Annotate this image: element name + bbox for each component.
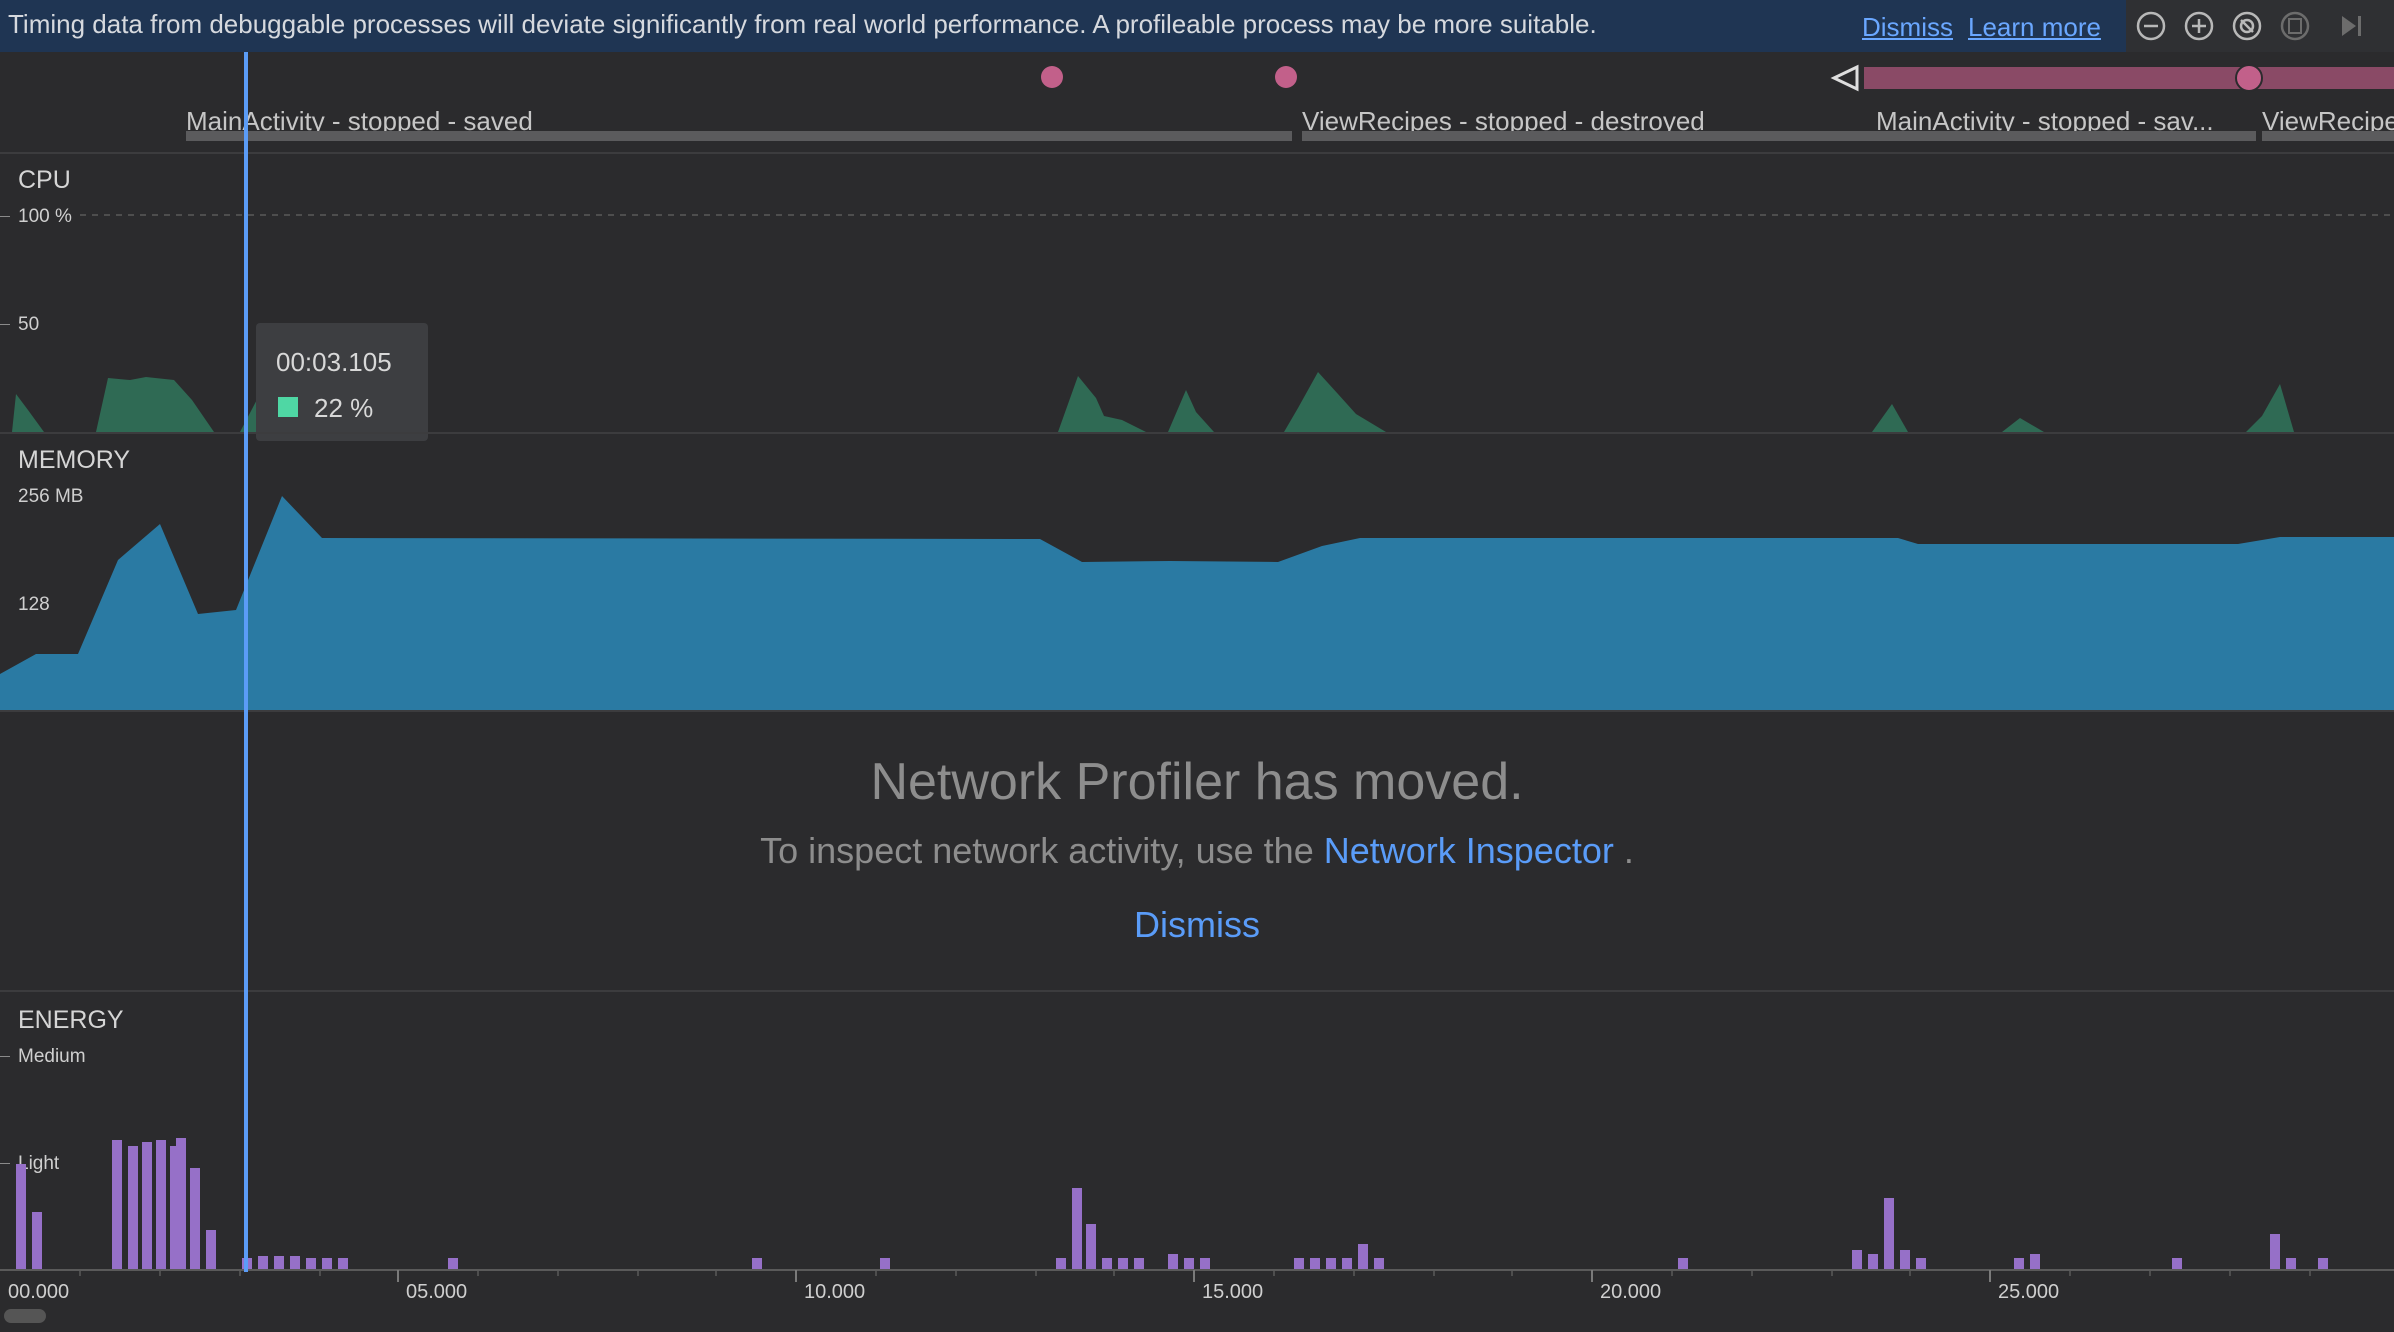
- pause-icon[interactable]: [2276, 7, 2314, 45]
- profiler-toolbar: [2126, 0, 2394, 52]
- time-label: 05.000: [406, 1281, 468, 1303]
- time-label: 10.000: [804, 1281, 866, 1303]
- network-inspector-link[interactable]: Network Inspector: [1324, 830, 1614, 871]
- energy-usage-chart[interactable]: [0, 1060, 2394, 1272]
- lifecycle-bar: [1876, 131, 2256, 141]
- jump-to-live-icon[interactable]: [2332, 7, 2370, 45]
- network-sub-prefix: To inspect network activity, use the: [760, 830, 1324, 871]
- debuggable-warning-banner: Timing data from debuggable processes wi…: [0, 0, 2126, 52]
- tooltip-time: 00:03.105: [276, 347, 392, 377]
- network-dismiss-link[interactable]: Dismiss: [0, 904, 2394, 946]
- banner-learn-more-link[interactable]: Learn more: [1968, 12, 2101, 43]
- selected-range-bar[interactable]: [1864, 67, 2394, 89]
- section-divider: [0, 710, 2394, 712]
- user-event-marker[interactable]: [1041, 66, 1063, 88]
- lifecycle-bar: [186, 131, 1292, 141]
- axis-tick: [0, 1056, 10, 1057]
- network-moved-subtitle: To inspect network activity, use the Net…: [0, 830, 2394, 872]
- time-label: 20.000: [1600, 1281, 1662, 1303]
- lifecycle-bar: [1302, 131, 1876, 141]
- range-start-arrow-icon[interactable]: [1830, 64, 1859, 92]
- timeline-cursor[interactable]: [244, 52, 248, 1272]
- tooltip-swatch: [278, 397, 298, 417]
- tooltip-value: 22 %: [314, 393, 374, 423]
- banner-message: Timing data from debuggable processes wi…: [8, 9, 1597, 39]
- time-label: 25.000: [1998, 1281, 2060, 1303]
- section-divider: [0, 990, 2394, 992]
- memory-usage-chart[interactable]: [0, 432, 2394, 714]
- user-event-marker[interactable]: [1275, 66, 1297, 88]
- banner-dismiss-link[interactable]: Dismiss: [1862, 12, 1953, 43]
- network-moved-title: Network Profiler has moved.: [870, 753, 1524, 811]
- zoom-out-icon[interactable]: [2132, 7, 2170, 45]
- timeline-scrollbar[interactable]: [4, 1309, 46, 1323]
- zoom-in-icon[interactable]: [2180, 7, 2218, 45]
- energy-section-label: ENERGY: [18, 1006, 124, 1034]
- range-handle[interactable]: [2235, 64, 2263, 92]
- time-label: 15.000: [1202, 1281, 1264, 1303]
- network-sub-suffix: .: [1613, 830, 1634, 871]
- time-label: 00.000: [8, 1281, 70, 1303]
- reset-zoom-icon[interactable]: [2228, 7, 2266, 45]
- cpu-tooltip: 00:03.105 22 %: [256, 323, 428, 441]
- lifecycle-bar: [2262, 131, 2394, 141]
